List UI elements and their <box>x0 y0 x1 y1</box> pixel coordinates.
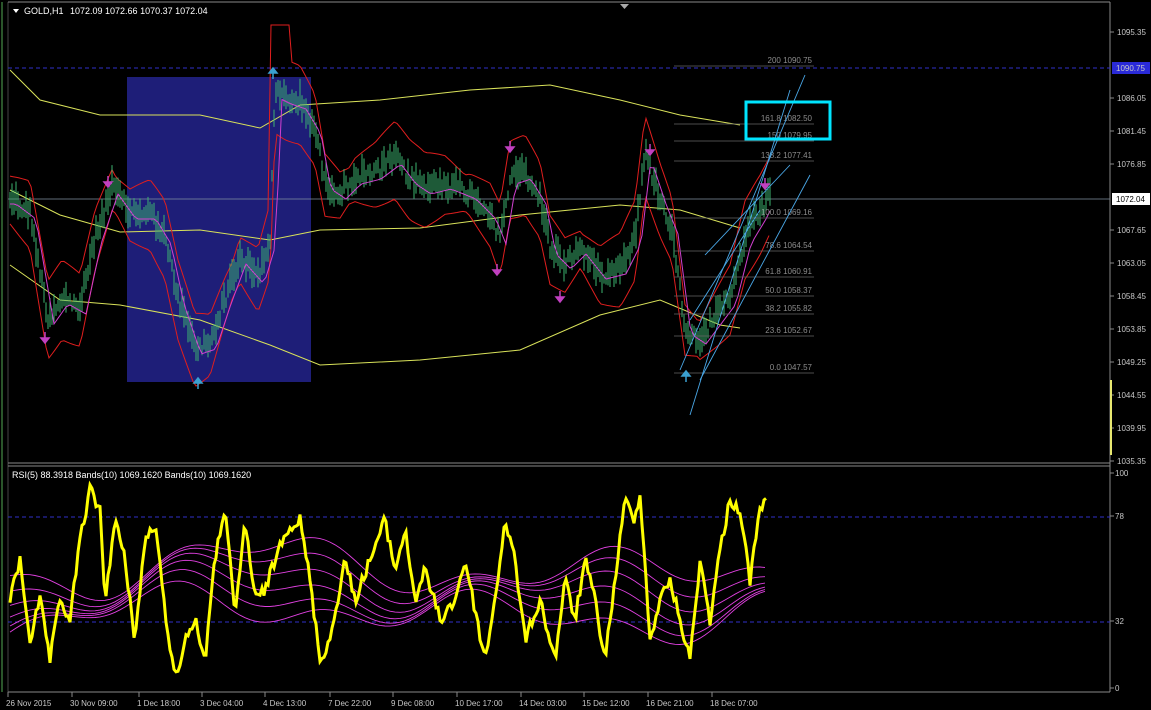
current-price-badge-text: 1072.04 <box>1116 195 1145 204</box>
fib-level-label: 23.6 1052.67 <box>765 326 812 335</box>
trading-chart[interactable]: GOLD,H1 1072.09 1072.66 1070.37 1072.04 … <box>0 0 1151 710</box>
price-tick-label: 1076.85 <box>1117 160 1146 169</box>
symbol-label: GOLD,H1 <box>24 6 64 16</box>
rsi-tick-label: 100 <box>1115 469 1129 478</box>
price-tick-label: 1067.65 <box>1117 226 1146 235</box>
price-tick-label: 1081.45 <box>1117 127 1146 136</box>
ohlc-values: 1072.09 1072.66 1070.37 1072.04 <box>70 6 208 16</box>
fib-level-label: 38.2 1055.82 <box>765 304 812 313</box>
rsi-tick-label: 0 <box>1115 684 1120 693</box>
rsi-indicator-label: RSI(5) 88.3918 Bands(10) 1069.1620 Bands… <box>12 470 251 480</box>
price-tick-label: 1049.25 <box>1117 358 1146 367</box>
time-tick-label: 30 Nov 09:00 <box>70 699 118 708</box>
price-tick-label: 1053.85 <box>1117 325 1146 334</box>
rsi-tick-label: 78 <box>1115 512 1124 521</box>
price-tick-label: 1058.45 <box>1117 292 1146 301</box>
fib-level-label: 200 1090.75 <box>768 56 813 65</box>
price-tick-label: 1044.55 <box>1117 391 1146 400</box>
fib-level-label: 61.8 1060.91 <box>765 267 812 276</box>
time-tick-label: 9 Dec 08:00 <box>391 699 435 708</box>
price-tick-label: 1063.05 <box>1117 259 1146 268</box>
time-tick-label: 3 Dec 04:00 <box>200 699 244 708</box>
fib-level-label: 50.0 1058.37 <box>765 286 812 295</box>
fib-level-label: 100.0 1069.16 <box>761 208 813 217</box>
time-tick-label: 10 Dec 17:00 <box>455 699 503 708</box>
price-tick-label: 1035.35 <box>1117 457 1146 466</box>
time-tick-label: 15 Dec 12:00 <box>582 699 630 708</box>
price-tick-label: 1086.05 <box>1117 94 1146 103</box>
time-tick-label: 1 Dec 18:00 <box>137 699 181 708</box>
level-price-badge-text: 1090.75 <box>1116 64 1145 73</box>
time-tick-label: 18 Dec 07:00 <box>710 699 758 708</box>
fib-level-label: 0.0 1047.57 <box>770 363 813 372</box>
rsi-tick-label: 32 <box>1115 617 1124 626</box>
time-tick-label: 7 Dec 22:00 <box>328 699 372 708</box>
time-tick-label: 4 Dec 13:00 <box>263 699 307 708</box>
price-tick-label: 1095.35 <box>1117 28 1146 37</box>
price-tick-label: 1039.95 <box>1117 424 1146 433</box>
time-tick-label: 26 Nov 2015 <box>6 699 52 708</box>
time-tick-label: 14 Dec 03:00 <box>519 699 567 708</box>
time-tick-label: 16 Dec 21:00 <box>646 699 694 708</box>
highlight-region-box[interactable] <box>127 77 311 382</box>
